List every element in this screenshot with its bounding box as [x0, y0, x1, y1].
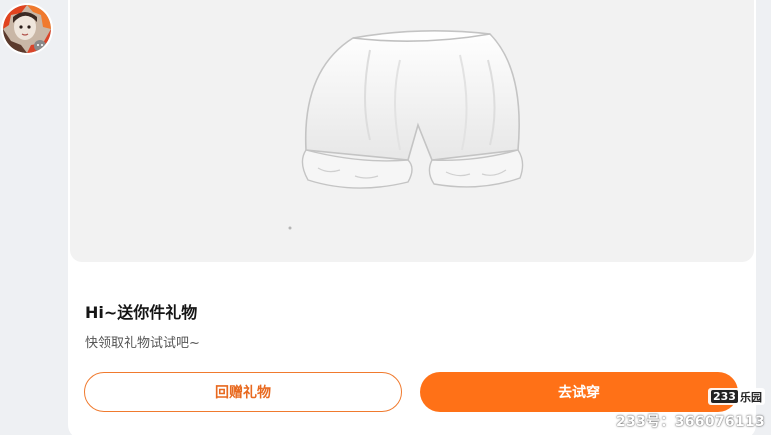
avatar-image [3, 5, 51, 53]
gift-card: Hi~送你件礼物 快领取礼物试试吧~ 回赠礼物 去试穿 [68, 0, 756, 435]
pumpkin-shorts-illustration [288, 30, 524, 230]
watermark-logo-text: 乐园 [739, 390, 762, 404]
gift-title: Hi~送你件礼物 [85, 303, 198, 322]
return-gift-button[interactable]: 回赠礼物 [84, 372, 402, 412]
watermark-account-id: 233号：366076113 [616, 414, 766, 430]
watermark-logo: 233 乐园 [708, 388, 765, 405]
gift-image[interactable] [70, 0, 754, 262]
chat-screen: Hi~送你件礼物 快领取礼物试试吧~ 回赠礼物 去试穿 233 乐园 233号：… [0, 0, 771, 435]
gift-subtitle: 快领取礼物试试吧~ [85, 336, 200, 351]
try-on-button[interactable]: 去试穿 [420, 372, 738, 412]
avatar[interactable] [3, 5, 51, 53]
watermark-logo-number: 233 [711, 390, 738, 403]
